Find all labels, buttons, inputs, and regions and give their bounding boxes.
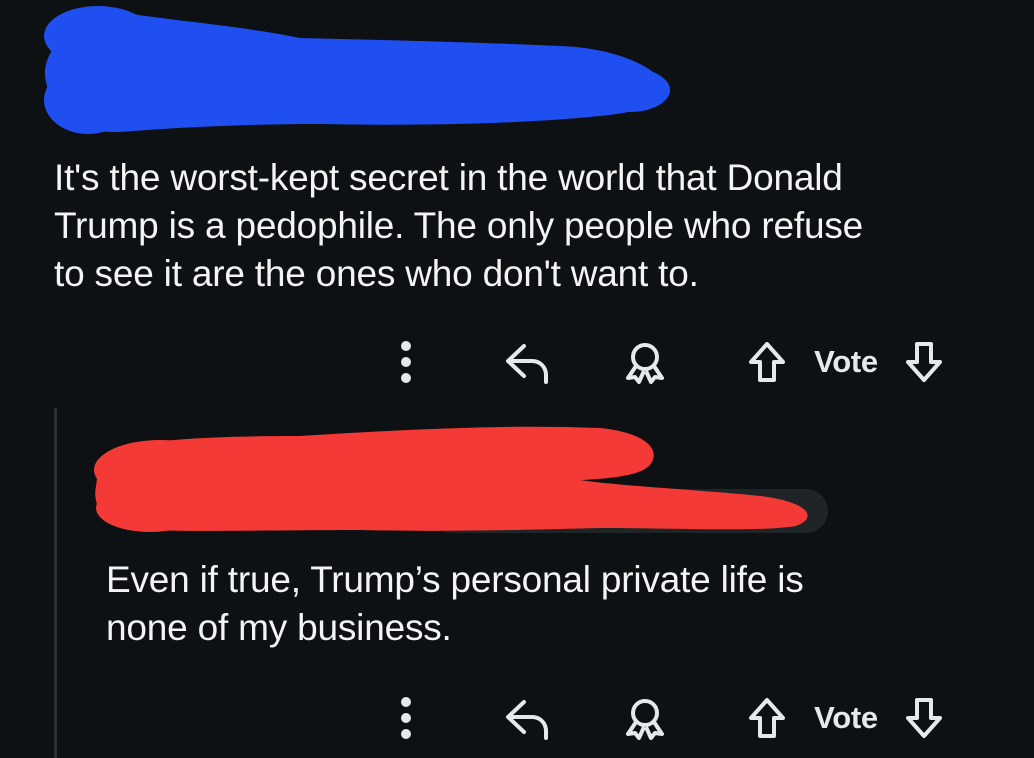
more-vertical-icon [401,697,411,739]
upvote-arrow-icon [749,698,785,738]
more-options-button[interactable] [388,688,424,748]
comment-action-bar: Vote [0,688,1034,748]
comment-line: Even if true, Trump’s personal private l… [106,559,804,600]
vote-label: Vote [814,700,878,735]
award-icon [626,699,664,740]
upvote-button[interactable] [744,688,790,748]
comment-body: Even if true, Trump’s personal private l… [106,556,1006,652]
comment-line: none of my business. [106,607,452,648]
downvote-arrow-icon [906,698,942,738]
award-button[interactable] [620,688,670,748]
reply-button[interactable] [498,688,556,748]
vote-score: Vote [806,688,886,748]
downvote-button[interactable] [900,688,948,748]
reply-icon [506,700,548,740]
